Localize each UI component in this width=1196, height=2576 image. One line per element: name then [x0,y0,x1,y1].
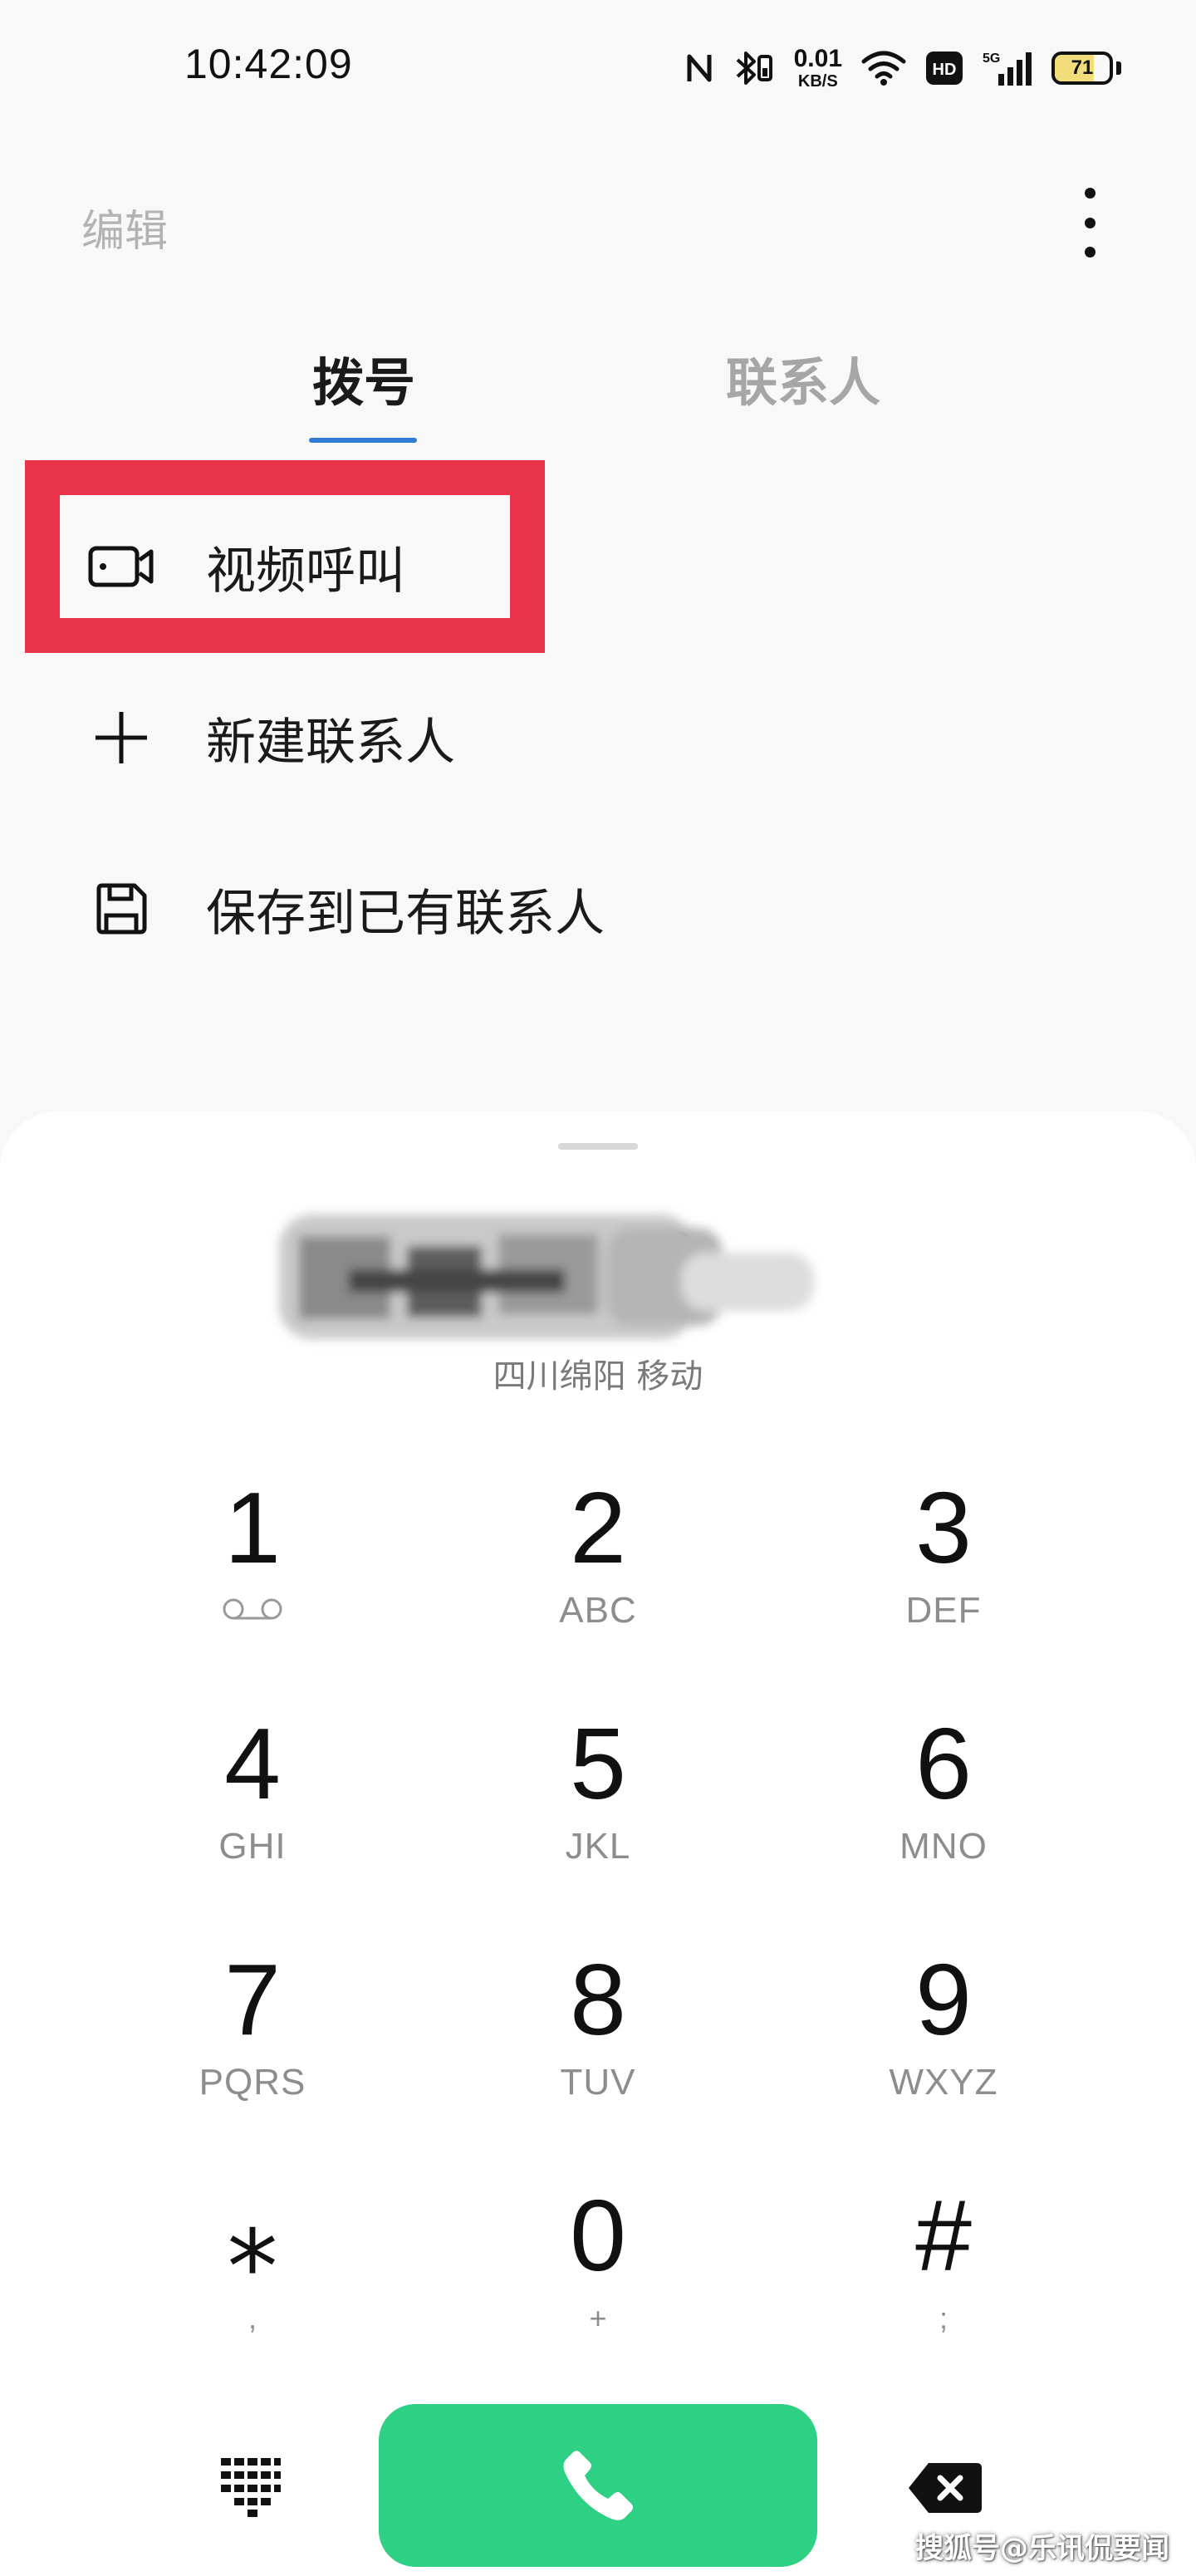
edit-button[interactable]: 编辑 [81,196,168,258]
key-digit: 4 [224,1707,281,1820]
more-dot [1084,217,1096,228]
plus-icon [86,703,156,773]
backspace-icon[interactable] [907,2461,983,2515]
battery-icon: 71 [1051,52,1113,85]
video-call-label: 视频呼叫 [206,542,405,601]
net-speed: 0.01 KB/S [793,45,842,91]
key-digit: ⁎ [227,2179,278,2292]
key-digit: # [915,2179,972,2292]
key-5[interactable]: 5 JKL [473,1696,723,1896]
key-4[interactable]: 4 GHI [128,1696,377,1896]
hd-label: HD [933,61,957,79]
dialer-screen: 10:42:09 0.01 KB/S HD 5G 71 编辑 拨号 联系人 视频… [0,0,1196,2576]
signal-icon: 5G [983,52,1032,86]
key-digit: 9 [915,1943,972,2056]
key-3[interactable]: 3 DEF [819,1460,1068,1660]
key-letters: ; [939,2301,948,2335]
video-call-option[interactable]: 视频呼叫 [0,483,1196,650]
key-0[interactable]: 0 + [473,2168,723,2367]
phone-icon [563,2451,633,2520]
key-letters: ABC [559,1590,637,1631]
save-icon [86,874,156,944]
key-2[interactable]: 2 ABC [473,1460,723,1660]
watermark: 搜狐号@乐讯侃要闻 [915,2532,1169,2565]
status-icons: 0.01 KB/S HD 5G 71 [684,43,1121,93]
battery-level: 71 [1071,56,1094,79]
save-to-contact-label: 保存到已有联系人 [206,884,605,943]
key-digit: 7 [224,1943,281,2056]
key-7[interactable]: 7 PQRS [128,1932,377,2132]
more-dot [1084,247,1096,258]
key-letters: TUV [560,2062,636,2103]
new-contact-label: 新建联系人 [206,713,455,772]
key-letters: PQRS [199,2062,306,2103]
save-to-contact-option[interactable]: 保存到已有联系人 [0,826,1196,992]
hd-voice-icon: HD [926,52,963,85]
key-letters: WXYZ [889,2062,998,2103]
more-vertical-icon[interactable] [1071,188,1108,258]
video-call-icon [86,532,156,601]
bluetooth-icon [736,52,772,85]
network-label: 5G [983,52,1000,66]
status-bar: 10:42:09 0.01 KB/S HD 5G 71 [0,0,1196,133]
key-letters: DEF [905,1590,982,1631]
key-digit: 2 [570,1471,626,1584]
key-digit: 6 [915,1707,972,1820]
status-time: 10:42:09 [184,41,353,87]
dial-sheet: 1 33 四川绵阳 移动 1 2 ABC 3 DEF 4 GHI 5 JKL 6… [0,1111,1196,2576]
more-dot [1084,188,1096,199]
key-letters: , [248,2301,257,2335]
new-contact-option[interactable]: 新建联系人 [0,655,1196,821]
key-1[interactable]: 1 [128,1460,377,1660]
tab-contacts[interactable]: 联系人 [726,341,880,415]
key-9[interactable]: 9 WXYZ [819,1932,1068,2132]
call-button[interactable] [379,2404,817,2567]
key-digit: 3 [915,1471,972,1584]
tab-dial[interactable]: 拨号 [312,341,415,415]
key-8[interactable]: 8 TUV [473,1932,723,2132]
key-star[interactable]: ⁎ , [128,2168,377,2367]
battery-cap [1116,61,1121,75]
key-digit: 5 [570,1707,626,1820]
key-6[interactable]: 6 MNO [819,1696,1068,1896]
key-letters: + [589,2301,607,2335]
voicemail-icon [223,1598,282,1620]
keypad: 1 2 ABC 3 DEF 4 GHI 5 JKL 6 MNO 7 PQRS 8… [0,1111,1196,2576]
key-digit: 0 [570,2179,626,2292]
active-tab-indicator [309,438,417,443]
key-hash[interactable]: # ; [819,2168,1068,2367]
key-letters: GHI [218,1826,287,1867]
net-speed-unit: KB/S [797,72,838,91]
key-letters: MNO [899,1826,988,1867]
dialpad-icon[interactable] [218,2453,284,2520]
net-speed-value: 0.01 [793,45,842,72]
nfc-icon [687,54,712,82]
key-digit: 8 [570,1943,626,2056]
key-digit: 1 [224,1471,281,1584]
key-letters: JKL [565,1826,631,1867]
wifi-icon [861,51,906,86]
